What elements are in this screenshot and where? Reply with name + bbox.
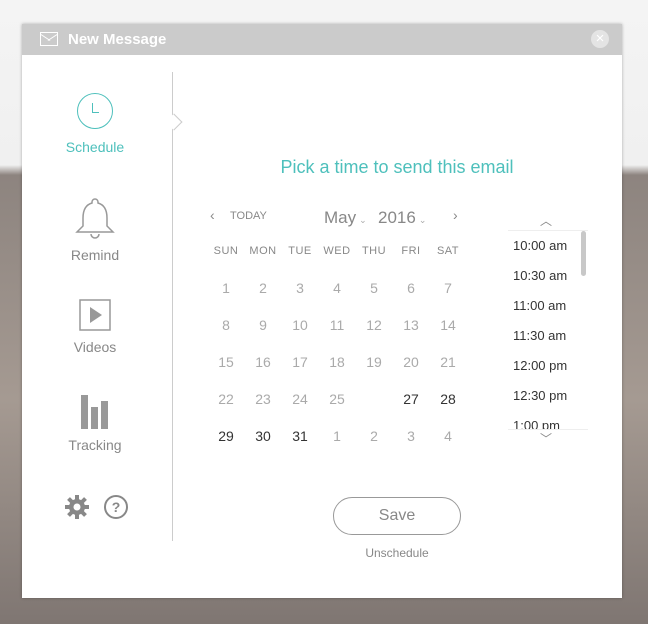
weekday-header: SUN — [213, 245, 239, 257]
page-title: Pick a time to send this email — [280, 157, 514, 177]
time-list-scrollbar[interactable] — [581, 231, 586, 276]
calendar-day[interactable]: 31 — [282, 421, 319, 451]
chevron-down-icon: ⌄ — [418, 215, 427, 225]
calendar-day[interactable]: 12 — [356, 310, 393, 340]
sidebar-item-label: Schedule — [65, 139, 125, 155]
calendar-day[interactable]: 23 — [245, 384, 282, 414]
calendar-day[interactable]: 13 — [393, 310, 430, 340]
calendar-day[interactable]: 19 — [356, 347, 393, 377]
weekday-header: TUE — [288, 245, 312, 257]
selected-day[interactable]: 26 — [355, 380, 394, 418]
weekday-header: THU — [361, 245, 387, 257]
prev-month-button[interactable]: ‹ — [210, 207, 215, 223]
weekday-header: WED — [323, 245, 351, 257]
play-icon — [22, 295, 168, 331]
year-select[interactable]: 2016 ⌄ — [378, 208, 426, 228]
calendar-day[interactable]: 17 — [282, 347, 319, 377]
sidebar-item-remind[interactable]: Remind — [22, 195, 168, 263]
calendar-day[interactable]: 15 — [208, 347, 245, 377]
year-value: 2016 — [378, 208, 416, 227]
calendar-day[interactable]: 1 — [208, 273, 245, 303]
bar-chart-icon — [22, 387, 168, 429]
calendar-day[interactable]: 10 — [282, 310, 319, 340]
time-option[interactable]: 11:00 am — [508, 291, 588, 321]
calendar-day[interactable]: 30 — [245, 421, 282, 451]
save-button[interactable]: Save — [333, 497, 461, 535]
calendar-day[interactable]: 29 — [208, 421, 245, 451]
time-option[interactable]: 12:30 pm — [508, 381, 588, 411]
calendar-day[interactable]: 28 — [430, 384, 467, 414]
calendar-day[interactable]: 11 — [319, 310, 356, 340]
month-select[interactable]: May ⌄ — [324, 208, 367, 228]
sidebar: Schedule Remind Videos Tracking ? — [22, 55, 172, 555]
calendar-day[interactable]: 2 — [356, 421, 393, 451]
close-icon[interactable]: × — [591, 30, 609, 48]
calendar-day[interactable]: 1 — [319, 421, 356, 451]
gear-icon[interactable] — [65, 495, 89, 519]
calendar-day[interactable]: 25 — [319, 384, 356, 414]
calendar-day[interactable]: 7 — [430, 273, 467, 303]
envelope-icon — [40, 32, 58, 46]
weekday-header: SAT — [436, 245, 460, 257]
calendar-day[interactable]: 8 — [208, 310, 245, 340]
calendar-day[interactable]: 4 — [319, 273, 356, 303]
calendar-day[interactable]: 9 — [245, 310, 282, 340]
calendar-day[interactable]: 18 — [319, 347, 356, 377]
bell-icon — [22, 195, 168, 239]
calendar-day[interactable]: 2 — [245, 273, 282, 303]
calendar-day[interactable]: 4 — [430, 421, 467, 451]
sidebar-divider — [172, 72, 173, 541]
today-button[interactable]: TODAY — [230, 210, 267, 222]
calendar-day[interactable]: 16 — [245, 347, 282, 377]
unschedule-link[interactable]: Unschedule — [333, 546, 461, 560]
sidebar-item-videos[interactable]: Videos — [22, 295, 168, 355]
month-value: May — [324, 208, 357, 227]
time-option[interactable]: 10:30 am — [508, 261, 588, 291]
time-list: 10:00 am 10:30 am 11:00 am 11:30 am 12:00 pm… — [508, 230, 588, 430]
clock-icon — [77, 93, 113, 129]
sidebar-item-label: Videos — [73, 339, 117, 355]
chevron-down-icon: ⌄ — [359, 215, 367, 225]
dialog-title: New Message — [68, 31, 167, 48]
sidebar-item-label: Tracking — [68, 437, 122, 453]
calendar-day[interactable]: 5 — [356, 273, 393, 303]
sidebar-item-tracking[interactable]: Tracking — [22, 387, 168, 453]
calendar-day[interactable]: 6 — [393, 273, 430, 303]
dialog-header: New Message × — [22, 24, 622, 55]
new-message-dialog: New Message × Schedule Remind Videos Tra… — [22, 24, 622, 598]
time-option[interactable]: 1:00 pm — [508, 411, 588, 429]
calendar-day[interactable]: 22 — [208, 384, 245, 414]
weekday-header: MON — [249, 245, 277, 257]
calendar-day[interactable]: 14 — [430, 310, 467, 340]
weekday-header: FRI — [401, 245, 421, 257]
calendar-day[interactable]: 24 — [282, 384, 319, 414]
calendar-day[interactable]: 27 — [393, 384, 430, 414]
chevron-up-icon[interactable]: ︿ — [540, 212, 552, 229]
chevron-down-icon[interactable]: ﹀ — [540, 430, 552, 447]
time-option[interactable]: 10:00 am — [508, 231, 588, 261]
sidebar-item-schedule[interactable]: Schedule — [22, 93, 168, 155]
sidebar-item-label: Remind — [70, 247, 120, 263]
next-month-button[interactable]: › — [453, 207, 458, 223]
calendar-day[interactable]: 3 — [393, 421, 430, 451]
calendar-day[interactable]: 21 — [430, 347, 467, 377]
calendar-day[interactable]: 20 — [393, 347, 430, 377]
help-icon[interactable]: ? — [104, 495, 128, 519]
time-option[interactable]: 11:30 am — [508, 321, 588, 351]
time-option[interactable]: 12:00 pm — [508, 351, 588, 381]
calendar-day[interactable]: 3 — [282, 273, 319, 303]
